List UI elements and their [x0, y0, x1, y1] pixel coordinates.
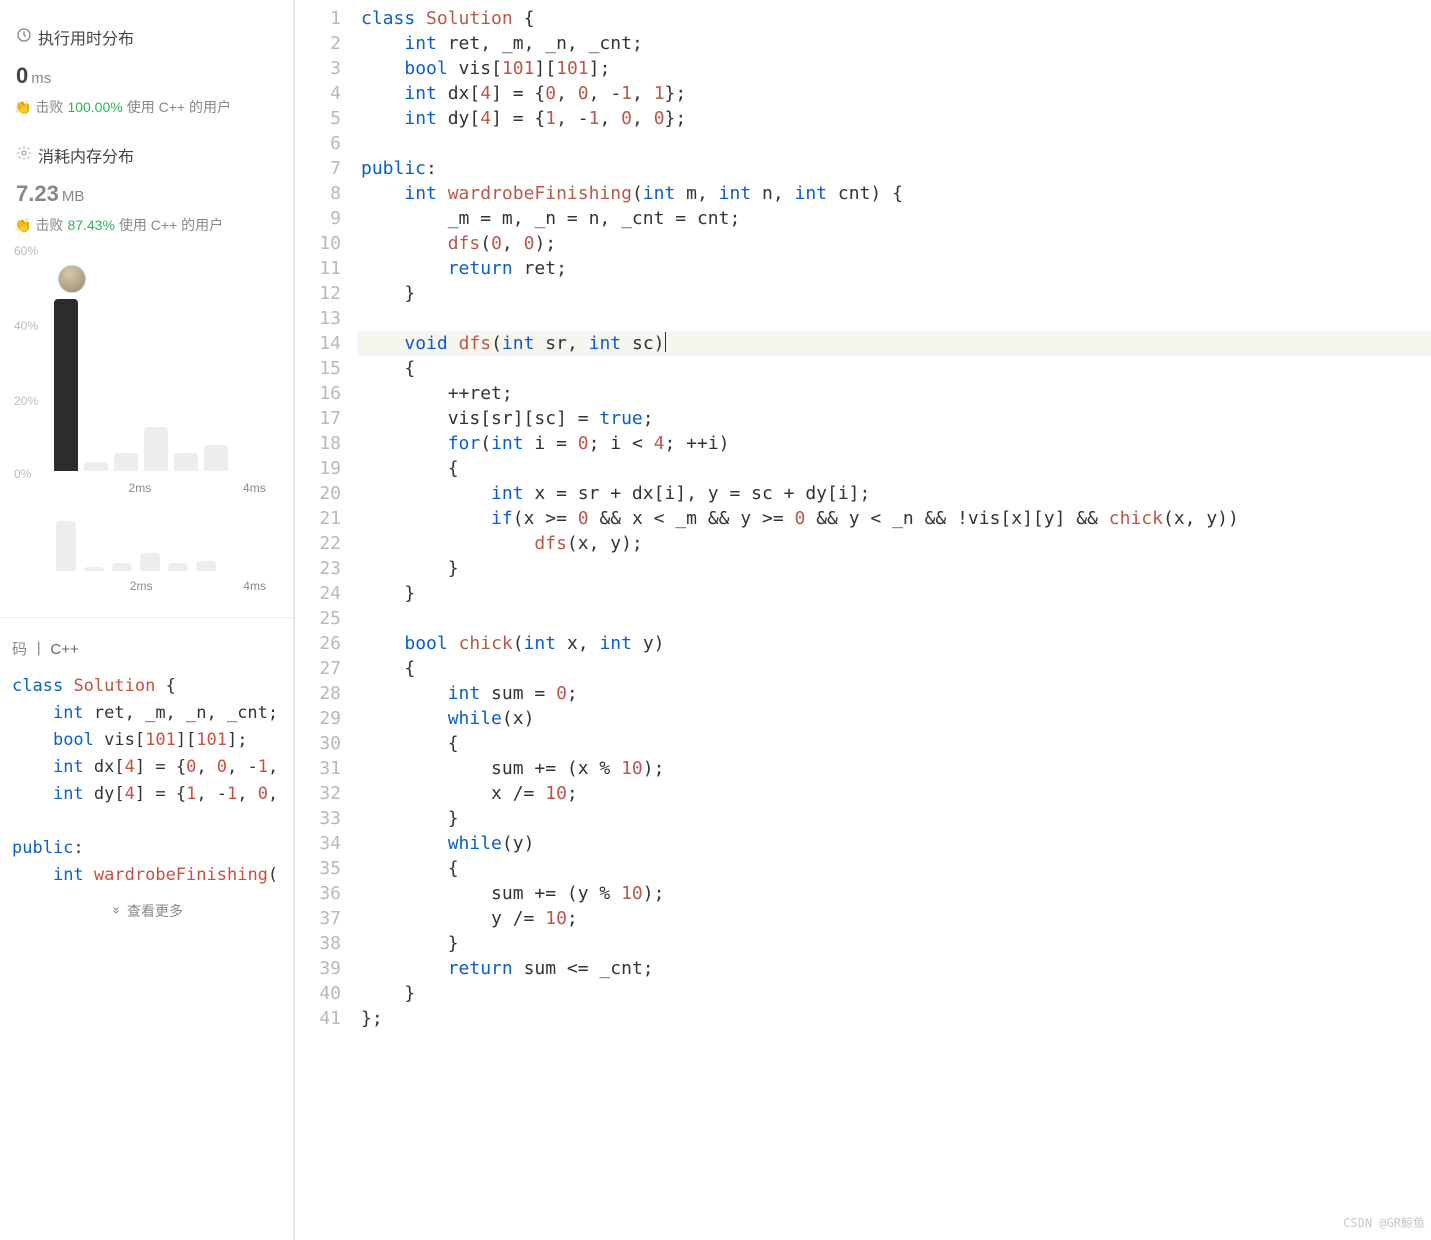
gear-icon	[16, 145, 32, 166]
snippet-header: 码 丨 C++	[12, 638, 283, 659]
clock-icon	[16, 27, 32, 48]
runtime-title-text: 执行用时分布	[38, 25, 134, 49]
divider	[0, 617, 293, 618]
watermark: CSDN @GR鲸鱼	[1343, 1211, 1425, 1236]
clap-icon: 👏	[14, 99, 31, 116]
chart-bars	[54, 251, 283, 471]
runtime-panel-title: 执行用时分布	[16, 25, 283, 49]
memory-panel-title: 消耗内存分布	[16, 143, 283, 167]
code-snippet-preview: class Solution { int ret, _m, _n, _cnt; …	[12, 673, 283, 889]
line-gutter: 1234567891011121314151617181920212223242…	[295, 6, 357, 1240]
memory-beat-line: 👏 击败 87.43% 使用 C++ 的用户	[14, 215, 283, 235]
chevron-down-icon	[110, 903, 122, 919]
runtime-beat-line: 👏 击败 100.00% 使用 C++ 的用户	[14, 97, 283, 117]
runtime-distribution-chart[interactable]: 60% 40% 20% 0% 2ms 4ms	[14, 251, 283, 501]
code-editor[interactable]: 1234567891011121314151617181920212223242…	[295, 0, 1431, 1240]
stats-sidebar: 执行用时分布 0ms 👏 击败 100.00% 使用 C++ 的用户 消耗内存分…	[0, 0, 295, 1240]
memory-value: 7.23MB	[16, 181, 283, 207]
memory-title-text: 消耗内存分布	[38, 143, 134, 167]
see-more-link[interactable]: 查看更多	[10, 901, 283, 921]
clap-icon: 👏	[14, 217, 31, 234]
mini-chart[interactable]: 2ms 4ms	[14, 515, 283, 595]
runtime-value: 0ms	[16, 63, 283, 89]
code-body[interactable]: class Solution { int ret, _m, _n, _cnt; …	[357, 6, 1431, 1240]
